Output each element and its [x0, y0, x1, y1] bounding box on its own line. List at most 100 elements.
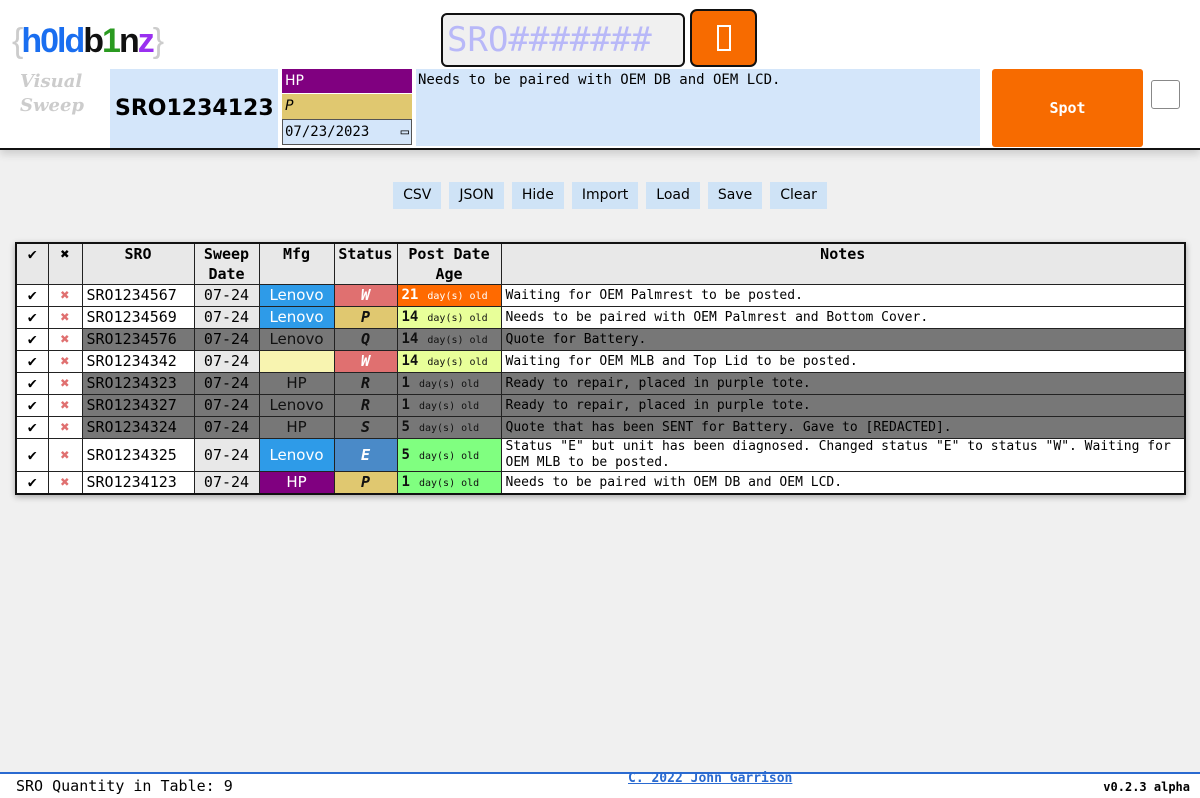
sweep-date-cell: 07-24	[193, 394, 260, 417]
sro-search-input[interactable]: SRO#######	[441, 13, 685, 67]
sro-cell: SRO1234323	[81, 372, 195, 395]
age-cell: 1 day(s) old	[396, 394, 502, 417]
age-unit: day(s) old	[418, 423, 480, 434]
table-row: ✔ ✖ SRO1234569 07-24 Lenovo P 14 day(s) …	[15, 306, 1186, 329]
delete-button[interactable]: ✖	[47, 328, 83, 351]
age-unit: day(s) old	[418, 478, 480, 489]
logo-part: z	[137, 22, 155, 60]
json-button[interactable]: JSON	[449, 182, 504, 209]
toggle-checkbox[interactable]	[1151, 80, 1180, 109]
check-button[interactable]: ✔	[15, 372, 49, 395]
box-icon	[717, 25, 731, 51]
check-button[interactable]: ✔	[15, 471, 49, 495]
sro-cell: SRO1234567	[81, 284, 195, 307]
age-days: 1	[401, 474, 410, 490]
status-cell: P	[333, 471, 398, 495]
table-row: ✔ ✖ SRO1234342 07-24 W 14 day(s) old Wai…	[15, 350, 1186, 373]
delete-button[interactable]: ✖	[47, 416, 83, 439]
notes-cell: Quote that has been SENT for Battery. Ga…	[500, 416, 1186, 439]
search-button[interactable]	[690, 9, 757, 67]
notes-textarea[interactable]: Needs to be paired with OEM DB and OEM L…	[416, 69, 980, 146]
delete-button[interactable]: ✖	[47, 471, 83, 495]
age-unit: day(s) old	[418, 401, 480, 412]
status-cell: E	[333, 438, 398, 472]
csv-button[interactable]: CSV	[393, 182, 442, 209]
notes-cell: Waiting for OEM Palmrest to be posted.	[500, 284, 1186, 307]
subtitle-line: Visual	[20, 71, 83, 92]
table-row: ✔ ✖ SRO1234327 07-24 Lenovo R 1 day(s) o…	[15, 394, 1186, 417]
col-status: Status	[333, 242, 398, 285]
notes-cell: Needs to be paired with OEM Palmrest and…	[500, 306, 1186, 329]
logo-brace: }	[152, 22, 164, 60]
sweep-date-cell: 07-24	[193, 372, 260, 395]
col-sro: SRO	[81, 242, 195, 285]
current-sro: SRO1234123	[110, 69, 278, 148]
status-cell: W	[333, 350, 398, 373]
delete-button[interactable]: ✖	[47, 394, 83, 417]
sweep-date-cell: 07-24	[193, 471, 260, 495]
sweep-date-cell: 07-24	[193, 284, 260, 307]
logo-part: b	[83, 22, 104, 60]
mfg-cell: HP	[258, 416, 335, 439]
mfg-select[interactable]: HP	[282, 69, 412, 93]
age-cell: 1 day(s) old	[396, 471, 502, 495]
age-unit: day(s) old	[427, 313, 488, 324]
version: v0.2.3 alpha	[1103, 780, 1190, 794]
delete-button[interactable]: ✖	[47, 306, 83, 329]
mfg-cell: HP	[258, 372, 335, 395]
check-button[interactable]: ✔	[15, 394, 49, 417]
check-button[interactable]: ✔	[15, 306, 49, 329]
spot-button[interactable]: Spot	[992, 69, 1143, 147]
sro-cell: SRO1234342	[81, 350, 195, 373]
check-button[interactable]: ✔	[15, 328, 49, 351]
delete-button[interactable]: ✖	[47, 350, 83, 373]
delete-button[interactable]: ✖	[47, 284, 83, 307]
notes-cell: Ready to repair, placed in purple tote.	[500, 394, 1186, 417]
age-unit: day(s) old	[418, 450, 480, 462]
notes-cell: Status "E" but unit has been diagnosed. …	[500, 438, 1186, 472]
sro-cell: SRO1234325	[81, 438, 195, 472]
age-days: 14	[401, 331, 419, 347]
calendar-icon[interactable]: ▭	[401, 124, 409, 140]
header: {h0ldb1nz} Visual Sweep SRO####### SRO123…	[0, 0, 1200, 150]
age-days: 21	[401, 287, 419, 303]
delete-button[interactable]: ✖	[47, 438, 83, 472]
col-age: Post Date Age	[396, 242, 502, 285]
clear-button[interactable]: Clear	[770, 182, 827, 209]
status-select[interactable]: P	[282, 94, 412, 119]
col-check: ✔	[15, 242, 49, 285]
save-button[interactable]: Save	[707, 182, 763, 209]
hide-button[interactable]: Hide	[511, 182, 564, 209]
sro-quantity: SRO Quantity in Table: 9	[16, 777, 233, 795]
check-button[interactable]: ✔	[15, 284, 49, 307]
age-days: 5	[401, 446, 410, 463]
age-unit: day(s) old	[427, 335, 488, 346]
mfg-cell: Lenovo	[258, 306, 335, 329]
age-days: 1	[401, 397, 410, 413]
age-cell: 14 day(s) old	[396, 350, 502, 373]
footer: SRO Quantity in Table: 9 C. 2022 John Ga…	[0, 771, 1200, 798]
sweep-date-cell: 07-24	[193, 328, 260, 351]
copyright-link[interactable]: C. 2022 John Garrison	[628, 771, 792, 786]
sro-table: ✔ ✖ SRO Sweep Date Mfg Status Post Date …	[15, 242, 1186, 495]
sro-cell: SRO1234123	[81, 471, 195, 495]
check-button[interactable]: ✔	[15, 438, 49, 472]
status-cell: S	[333, 416, 398, 439]
notes-cell: Waiting for OEM MLB and Top Lid to be po…	[500, 350, 1186, 373]
logo: {h0ldb1nz}	[12, 22, 164, 61]
notes-cell: Quote for Battery.	[500, 328, 1186, 351]
age-unit: day(s) old	[427, 357, 488, 368]
sro-cell: SRO1234327	[81, 394, 195, 417]
table-row: ✔ ✖ SRO1234576 07-24 Lenovo Q 14 day(s) …	[15, 328, 1186, 351]
import-button[interactable]: Import	[571, 182, 639, 209]
age-cell: 5 day(s) old	[396, 438, 502, 472]
load-button[interactable]: Load	[646, 182, 700, 209]
check-button[interactable]: ✔	[15, 350, 49, 373]
check-button[interactable]: ✔	[15, 416, 49, 439]
col-mfg: Mfg	[258, 242, 335, 285]
date-input[interactable]: 07/23/2023 ▭	[282, 119, 412, 145]
delete-button[interactable]: ✖	[47, 372, 83, 395]
mfg-cell: Lenovo	[258, 284, 335, 307]
sro-cell: SRO1234576	[81, 328, 195, 351]
sweep-date-cell: 07-24	[193, 416, 260, 439]
